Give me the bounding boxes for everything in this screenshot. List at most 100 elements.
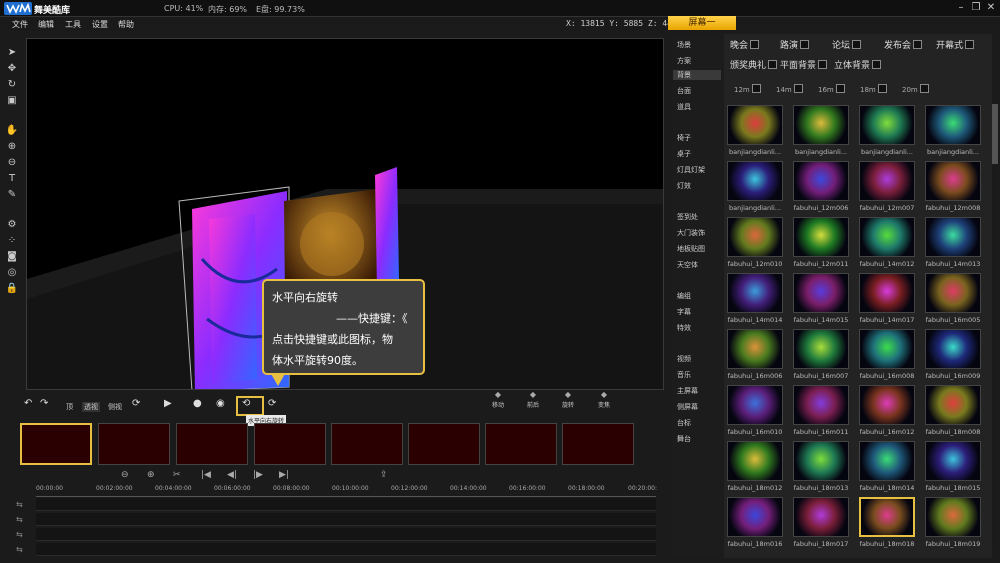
group-icon[interactable]: ⁘ [5, 234, 19, 248]
asset-item[interactable]: fabuhui_16m009 [922, 329, 984, 385]
filter-checkbox[interactable]: 发布会 [884, 38, 923, 51]
track-icon[interactable]: ⇆ [16, 545, 30, 556]
zoom-in-icon[interactable]: ⊕ [5, 140, 19, 154]
asset-item[interactable]: fabuhui_18m013 [790, 441, 852, 497]
frame-thumb[interactable] [254, 423, 326, 465]
camera-icon[interactable]: ◙ [5, 250, 19, 264]
category-item-selected[interactable]: 背景 [673, 70, 721, 80]
category-item[interactable]: 场景 [677, 40, 691, 50]
restore-icon[interactable]: ❐ [969, 2, 983, 14]
timeline-track[interactable] [36, 498, 656, 511]
track-icon[interactable]: ⇆ [16, 530, 30, 541]
select-arrow-icon[interactable]: ➤ [5, 46, 19, 60]
category-item[interactable]: 字幕 [677, 307, 691, 317]
category-item[interactable]: 台标 [677, 418, 691, 428]
category-item[interactable]: 方案 [677, 56, 691, 66]
filter-checkbox[interactable]: 论坛 [832, 38, 862, 51]
frame-thumb[interactable] [176, 423, 248, 465]
frame-thumb[interactable] [98, 423, 170, 465]
asset-item[interactable]: banjiangdianli... [856, 105, 918, 161]
timeline-track[interactable] [36, 543, 656, 556]
eye-icon[interactable]: ◉ [216, 398, 225, 409]
size-filter[interactable]: 14m [776, 84, 803, 94]
category-item[interactable]: 编组 [677, 291, 691, 301]
category-item[interactable]: 视频 [677, 354, 691, 364]
rotate-control[interactable]: ◆ 旋转 [550, 390, 586, 416]
zoom-out-icon[interactable]: ⊖ [5, 156, 19, 170]
zoom-control[interactable]: ◆ 变焦 [586, 390, 622, 416]
filter-checkbox[interactable]: 路演 [780, 38, 810, 51]
lock-icon[interactable]: 🔒 [5, 282, 19, 296]
top-view-label[interactable]: 顶 [66, 402, 73, 412]
size-filter[interactable]: 18m [860, 84, 887, 94]
asset-item[interactable]: fabuhui_16m006 [724, 329, 786, 385]
cut-icon[interactable]: ✂ [173, 470, 181, 480]
size-filter[interactable]: 16m [818, 84, 845, 94]
play-icon[interactable]: ▶ [164, 398, 172, 409]
track-icon[interactable]: ⇆ [16, 500, 30, 511]
prev-frame-icon[interactable]: ◀| [227, 470, 237, 480]
category-item[interactable]: 主屏幕 [677, 386, 698, 396]
frame-thumb[interactable] [562, 423, 634, 465]
asset-item[interactable]: fabuhui_16m007 [790, 329, 852, 385]
asset-scrollbar[interactable] [992, 100, 998, 550]
asset-item[interactable]: fabuhui_14m017 [856, 273, 918, 329]
asset-item[interactable]: banjiangdianli... [790, 105, 852, 161]
hand-icon[interactable]: ✋ [5, 124, 19, 138]
size-filter[interactable]: 20m [902, 84, 929, 94]
zoom-out-icon[interactable]: ⊖ [121, 470, 129, 480]
filter-checkbox[interactable]: 晚会 [730, 38, 760, 51]
menu-file[interactable]: 文件 [12, 19, 28, 30]
category-item[interactable]: 台面 [677, 86, 691, 96]
menu-edit[interactable]: 编辑 [38, 19, 54, 30]
asset-item[interactable]: banjiangdianli... [922, 105, 984, 161]
rotate-right-button-highlight[interactable] [236, 396, 264, 416]
minimize-icon[interactable]: – [954, 2, 968, 14]
rotate-left-icon[interactable]: ⟳ [268, 398, 276, 409]
category-item[interactable]: 特效 [677, 323, 691, 333]
side-view-label[interactable]: 侧视 [108, 402, 122, 412]
frame-thumb[interactable] [408, 423, 480, 465]
export-icon[interactable]: ⇪ [380, 470, 388, 480]
record-icon[interactable]: ● [193, 398, 202, 409]
asset-scroll-thumb[interactable] [992, 104, 998, 164]
last-frame-icon[interactable]: ▶| [279, 470, 289, 480]
asset-item[interactable]: fabuhui_12m010 [724, 217, 786, 273]
screen-one-button[interactable]: 屏幕一 [668, 16, 736, 30]
asset-item[interactable]: fabuhui_14m013 [922, 217, 984, 273]
timeline-track[interactable] [36, 528, 656, 541]
asset-item[interactable]: fabuhui_16m012 [856, 385, 918, 441]
category-item[interactable]: 侧屏幕 [677, 402, 698, 412]
asset-item[interactable]: banjiangdianli... [724, 105, 786, 161]
asset-item[interactable]: fabuhui_18m015 [922, 441, 984, 497]
zoom-in-icon[interactable]: ⊕ [147, 470, 155, 480]
asset-item[interactable]: fabuhui_16m010 [724, 385, 786, 441]
timeline-ruler[interactable]: 00:00:00 00:02:00:00 00:04:00:00 00:06:0… [36, 485, 657, 497]
asset-item[interactable]: fabuhui_18m016 [724, 497, 786, 553]
rotate-icon[interactable]: ↻ [5, 78, 19, 92]
asset-item[interactable]: fabuhui_12m007 [856, 161, 918, 217]
category-item[interactable]: 签到处 [677, 212, 698, 222]
filter-checkbox[interactable]: 立体背景 [834, 58, 882, 71]
asset-item[interactable]: fabuhui_16m005 [922, 273, 984, 329]
timeline-track[interactable] [36, 513, 656, 526]
category-item[interactable]: 道具 [677, 102, 691, 112]
asset-item[interactable]: fabuhui_18m012 [724, 441, 786, 497]
category-item[interactable]: 灯具灯架 [677, 165, 705, 175]
edit-icon[interactable]: ✎ [5, 188, 19, 202]
asset-item[interactable]: banjiangdianli... [724, 161, 786, 217]
asset-item[interactable]: fabuhui_16m008 [856, 329, 918, 385]
menu-settings[interactable]: 设置 [92, 19, 108, 30]
frame-thumb[interactable] [20, 423, 92, 465]
move-control[interactable]: ◆ 移动 [480, 390, 516, 416]
asset-item[interactable]: fabuhui_14m014 [724, 273, 786, 329]
asset-item[interactable]: fabuhui_18m014 [856, 441, 918, 497]
filter-checkbox[interactable]: 开幕式 [936, 38, 975, 51]
asset-item[interactable]: fabuhui_16m011 [790, 385, 852, 441]
asset-item[interactable]: fabuhui_18m018 [856, 497, 918, 553]
asset-item[interactable]: fabuhui_12m008 [922, 161, 984, 217]
close-icon[interactable]: ✕ [984, 2, 998, 14]
category-item[interactable]: 大门装饰 [677, 228, 705, 238]
depth-control[interactable]: ◆ 前后 [515, 390, 551, 416]
asset-item[interactable]: fabuhui_12m006 [790, 161, 852, 217]
